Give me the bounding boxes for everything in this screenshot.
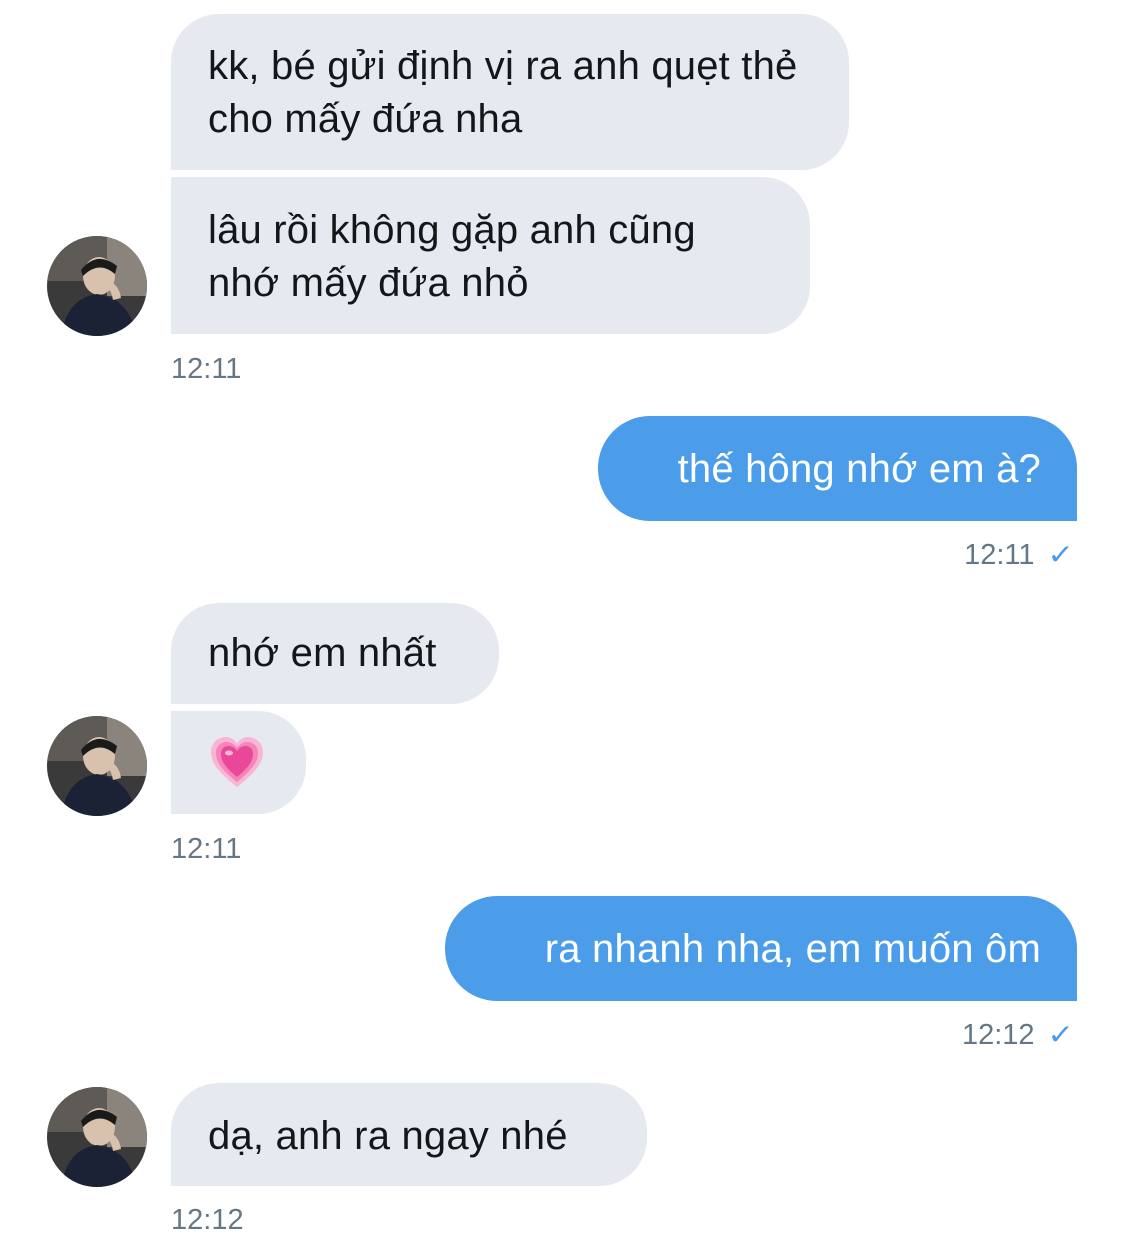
avatar-photo-icon bbox=[47, 236, 147, 336]
message-timestamp: 12:11 ✓ bbox=[964, 538, 1074, 572]
message-bubble-sent[interactable]: thế hông nhớ em à? bbox=[598, 416, 1077, 521]
message-text: ra nhanh nha, em muốn ôm bbox=[544, 927, 1041, 971]
message-bubble-received[interactable] bbox=[171, 711, 306, 814]
message-text: nhớ em nhất bbox=[208, 631, 437, 675]
avatar-photo-icon bbox=[47, 1087, 147, 1187]
timestamp-text: 12:11 bbox=[964, 539, 1035, 571]
message-text: thế hông nhớ em à? bbox=[677, 447, 1041, 491]
contact-avatar[interactable] bbox=[47, 1087, 147, 1187]
contact-avatar[interactable] bbox=[47, 236, 147, 336]
message-bubble-received[interactable]: kk, bé gửi định vị ra anh quẹt thẻ cho m… bbox=[171, 14, 849, 170]
message-text: kk, bé gửi định vị ra anh quẹt thẻ cho m… bbox=[208, 44, 798, 141]
read-check-icon: ✓ bbox=[1046, 539, 1074, 570]
avatar-photo-icon bbox=[47, 716, 147, 816]
message-bubble-received[interactable]: lâu rồi không gặp anh cũng nhớ mấy đứa n… bbox=[171, 177, 810, 334]
message-text: lâu rồi không gặp anh cũng nhớ mấy đứa n… bbox=[208, 208, 696, 305]
timestamp-text: 12:12 bbox=[961, 1019, 1035, 1051]
message-text: dạ, anh ra ngay nhé bbox=[208, 1114, 568, 1158]
message-timestamp: 12:11 bbox=[171, 833, 242, 865]
message-bubble-received[interactable]: dạ, anh ra ngay nhé bbox=[171, 1083, 647, 1186]
message-timestamp: 12:12 bbox=[171, 1204, 244, 1236]
growing-heart-emoji-icon bbox=[209, 735, 265, 805]
message-bubble-received[interactable]: nhớ em nhất bbox=[171, 603, 499, 704]
message-bubble-sent[interactable]: ra nhanh nha, em muốn ôm bbox=[445, 896, 1077, 1001]
message-timestamp: 12:12 ✓ bbox=[961, 1018, 1074, 1052]
message-timestamp: 12:11 bbox=[171, 353, 242, 385]
contact-avatar[interactable] bbox=[47, 716, 147, 816]
read-check-icon: ✓ bbox=[1046, 1019, 1074, 1050]
